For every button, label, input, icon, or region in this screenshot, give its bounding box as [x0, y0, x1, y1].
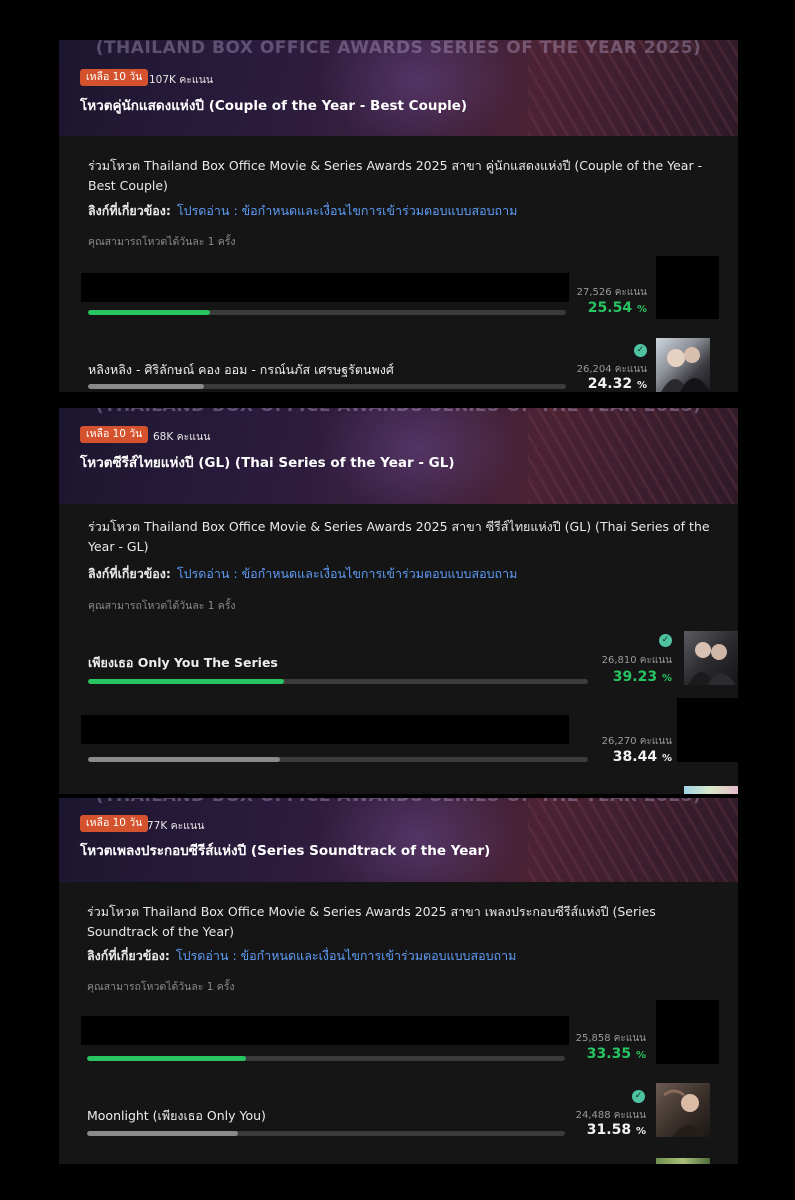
vote-percent: 31.58 % [586, 1122, 646, 1138]
days-left-badge: เหลือ 10 วัน [80, 426, 149, 443]
related-links: ลิงก์ที่เกี่ยวข้อง: โปรดอ่าน : ข้อกำหนดแล… [87, 946, 516, 966]
next-candidate-photo [684, 786, 738, 794]
candidate-photo [656, 1083, 710, 1137]
banner-pattern [528, 408, 738, 504]
total-votes: 107K คะแนน [149, 74, 214, 86]
days-left-badge: เหลือ 10 วัน [80, 815, 149, 832]
vote-limit-note: คุณสามารถโหวตได้วันละ 1 ครั้ง [88, 236, 236, 248]
related-links-label: ลิงก์ที่เกี่ยวข้อง: [88, 203, 171, 218]
terms-link[interactable]: โปรดอ่าน : ข้อกำหนดและเงื่อนไขการเข้าร่ว… [176, 948, 516, 963]
vote-percent: 25.54 % [587, 300, 647, 316]
percent-value: 39.23 [612, 669, 658, 685]
check-circle-icon: ✓ [634, 344, 647, 357]
terms-link[interactable]: โปรดอ่าน : ข้อกำหนดและเงื่อนไขการเข้าร่ว… [177, 203, 517, 218]
vote-count: 26,810 คะแนน [601, 655, 672, 666]
redacted-name [81, 273, 569, 302]
vote-progress-bar [88, 757, 588, 762]
redacted-name [81, 1016, 569, 1045]
vote-count: 27,526 คะแนน [576, 287, 647, 298]
next-candidate-photo [656, 1158, 710, 1164]
poll-banner: (THAILAND BOX OFFICE AWARDS SERIES OF TH… [59, 40, 738, 136]
related-links: ลิงก์ที่เกี่ยวข้อง: โปรดอ่าน : ข้อกำหนดแล… [88, 564, 517, 584]
redacted-thumbnail [656, 1000, 719, 1064]
related-links-label: ลิงก์ที่เกี่ยวข้อง: [88, 566, 171, 581]
total-votes: 77K คะแนน [147, 820, 205, 832]
poll-title[interactable]: โหวตเพลงประกอบซีรีส์แห่งปี (Series Sound… [80, 839, 490, 861]
percent-value: 31.58 [586, 1122, 632, 1138]
days-left-badge: เหลือ 10 วัน [80, 69, 149, 86]
vote-progress-fill [88, 384, 205, 389]
banner-watermark-text: (THAILAND BOX OFFICE AWARDS SERIES OF TH… [95, 40, 702, 58]
vote-limit-note: คุณสามารถโหวตได้วันละ 1 ครั้ง [88, 600, 236, 612]
poll-description: ร่วมโหวต Thailand Box Office Movie & Ser… [87, 904, 656, 939]
vote-count: 24,488 คะแนน [575, 1110, 646, 1121]
vote-progress-bar [87, 1131, 565, 1136]
vote-progress-bar [88, 310, 566, 315]
candidate-photo [684, 631, 738, 685]
photo-figures [663, 1089, 706, 1137]
related-links-label: ลิงก์ที่เกี่ยวข้อง: [87, 948, 170, 963]
vote-count: 26,204 คะแนน [576, 364, 647, 375]
redacted-name [81, 715, 569, 744]
percent-value: 38.44 [612, 749, 658, 765]
poll-card-couple: (THAILAND BOX OFFICE AWARDS SERIES OF TH… [59, 40, 738, 392]
percent-value: 33.35 [586, 1046, 632, 1062]
percent-value: 24.32 [587, 376, 633, 392]
poll-title[interactable]: โหวตคู่นักแสดงแห่งปี (Couple of the Year… [80, 94, 467, 116]
vote-count: 25,858 คะแนน [575, 1033, 646, 1044]
vote-progress-fill [88, 310, 211, 315]
vote-progress-fill [88, 757, 281, 762]
vote-percent: 39.23 % [612, 669, 672, 685]
candidate-photo [656, 338, 710, 392]
redacted-thumbnail [656, 256, 719, 319]
percent-value: 25.54 [587, 300, 633, 316]
total-votes: 68K คะแนน [153, 431, 211, 443]
banner-pattern [528, 798, 738, 882]
poll-card-series-gl: (THAILAND BOX OFFICE AWARDS SERIES OF TH… [59, 408, 738, 794]
redacted-thumbnail [677, 698, 738, 762]
vote-progress-bar [88, 384, 566, 389]
terms-link[interactable]: โปรดอ่าน : ข้อกำหนดและเงื่อนไขการเข้าร่ว… [177, 566, 517, 581]
poll-title[interactable]: โหวตซีรีส์ไทยแห่งปี (GL) (Thai Series of… [80, 451, 455, 473]
poll-description: ร่วมโหวต Thailand Box Office Movie & Ser… [88, 158, 703, 193]
vote-progress-bar [87, 1056, 565, 1061]
vote-progress-fill [87, 1056, 247, 1061]
poll-description: ร่วมโหวต Thailand Box Office Movie & Ser… [88, 519, 710, 554]
vote-percent: 24.32 % [587, 376, 647, 392]
vote-progress-fill [88, 679, 285, 684]
vote-percent: 33.35 % [586, 1046, 646, 1062]
related-links: ลิงก์ที่เกี่ยวข้อง: โปรดอ่าน : ข้อกำหนดแล… [88, 201, 517, 221]
photo-figures [688, 642, 736, 685]
banner-watermark-text: (THAILAND BOX OFFICE AWARDS SERIES OF TH… [59, 408, 738, 416]
candidate-name: Moonlight (เพียงเธอ Only You) [87, 1108, 266, 1123]
candidate-name: หลิงหลิง - ศิริลักษณ์ คอง ออม - กรณ์นภัส… [88, 362, 394, 377]
vote-count: 26,270 คะแนน [601, 736, 672, 747]
candidate-name: เพียงเธอ Only You The Series [88, 655, 278, 670]
vote-progress-fill [87, 1131, 238, 1136]
poll-card-soundtrack: (THAILAND BOX OFFICE AWARDS SERIES OF TH… [59, 798, 738, 1164]
vote-limit-note: คุณสามารถโหวตได้วันละ 1 ครั้ง [87, 981, 235, 993]
vote-progress-bar [88, 679, 588, 684]
banner-watermark-text: (THAILAND BOX OFFICE AWARDS SERIES OF TH… [59, 798, 738, 806]
check-circle-icon: ✓ [659, 634, 672, 647]
photo-figures [661, 347, 710, 392]
check-circle-icon: ✓ [632, 1090, 645, 1103]
vote-percent: 38.44 % [612, 749, 672, 765]
